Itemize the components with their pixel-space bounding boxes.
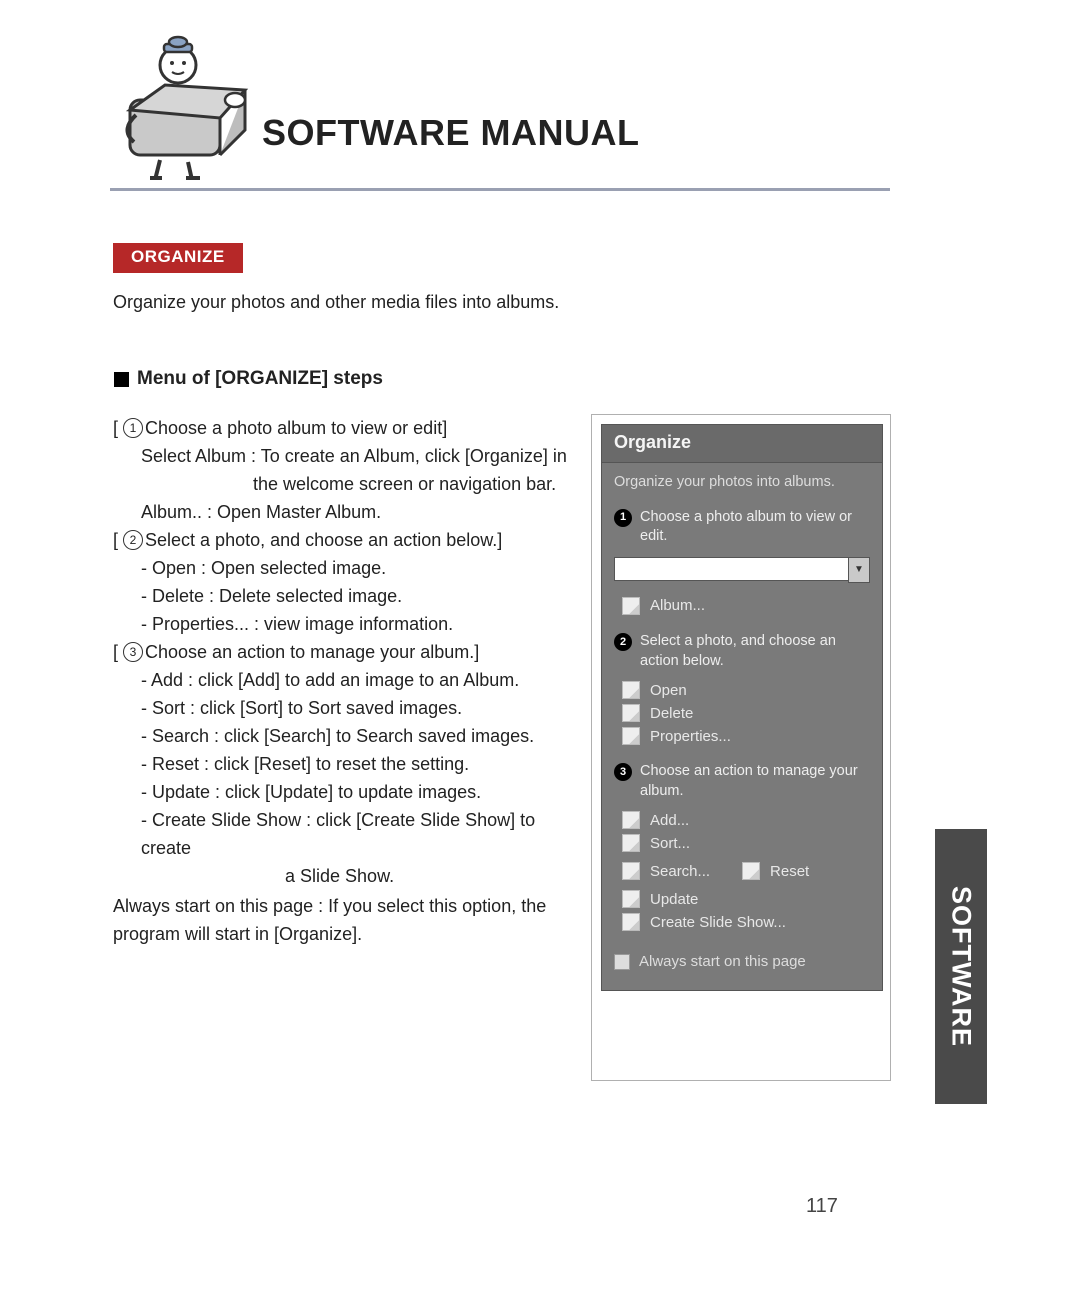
- step-3-heading: Choose an action to manage your album.]: [145, 638, 479, 666]
- action-sort-label: Sort...: [650, 835, 690, 852]
- panel-step-1-badge-icon: 1: [614, 509, 632, 527]
- step-3-reset: - Reset : click [Reset] to reset the set…: [113, 750, 583, 778]
- header-rule: [110, 188, 890, 191]
- step-2-properties: - Properties... : view image information…: [113, 610, 583, 638]
- action-properties-label: Properties...: [650, 728, 731, 745]
- mascot-icon: [110, 30, 260, 180]
- album-link-label: Album...: [650, 597, 705, 614]
- action-search-label: Search...: [650, 863, 710, 880]
- step-2-delete: - Delete : Delete selected image.: [113, 582, 583, 610]
- action-delete-label: Delete: [650, 705, 693, 722]
- action-add-label: Add...: [650, 812, 689, 829]
- panel-step-2-badge-icon: 2: [614, 633, 632, 651]
- document-icon: [622, 704, 640, 722]
- document-icon: [622, 727, 640, 745]
- action-open[interactable]: Open: [622, 681, 870, 699]
- step-1-text-a: Select Album : To create an Album, click…: [113, 442, 583, 470]
- organize-panel: Organize Organize your photos into album…: [601, 424, 883, 991]
- section-tag-organize: ORGANIZE: [113, 243, 243, 273]
- action-delete[interactable]: Delete: [622, 704, 870, 722]
- document-icon: [742, 862, 760, 880]
- album-dropdown-input[interactable]: [614, 557, 848, 581]
- page-number: 117: [806, 1195, 838, 1218]
- panel-step-3-text: Choose an action to manage your album.: [640, 762, 870, 801]
- organize-panel-frame: Organize Organize your photos into album…: [591, 414, 891, 1081]
- step-3-search: - Search : click [Search] to Search save…: [113, 722, 583, 750]
- action-properties[interactable]: Properties...: [622, 727, 870, 745]
- side-tab-software: SOFTWARE: [935, 829, 987, 1104]
- section-intro: Organize your photos and other media fil…: [113, 292, 559, 313]
- album-dropdown[interactable]: ▼: [614, 557, 870, 583]
- action-update[interactable]: Update: [622, 890, 870, 908]
- document-icon: [622, 890, 640, 908]
- album-dropdown-button[interactable]: ▼: [848, 557, 870, 583]
- subheading: Menu of [ORGANIZE] steps: [137, 368, 383, 390]
- step-1-text-b: Album.. : Open Master Album.: [113, 498, 583, 526]
- action-create-slide-show[interactable]: Create Slide Show...: [622, 913, 870, 931]
- step-number-3-icon: 3: [123, 642, 143, 662]
- step-3-sort: - Sort : click [Sort] to Sort saved imag…: [113, 694, 583, 722]
- document-icon: [622, 681, 640, 699]
- action-search[interactable]: Search...: [622, 862, 710, 880]
- step-number-2-icon: 2: [123, 530, 143, 550]
- action-sort[interactable]: Sort...: [622, 834, 870, 852]
- document-icon: [622, 811, 640, 829]
- step-3-add: - Add : click [Add] to add an image to a…: [113, 666, 583, 694]
- action-update-label: Update: [650, 891, 698, 908]
- side-tab-label: SOFTWARE: [946, 886, 977, 1047]
- panel-subtitle: Organize your photos into albums.: [614, 473, 870, 492]
- square-bullet-icon: [114, 372, 129, 387]
- chevron-down-icon: ▼: [854, 564, 864, 575]
- footer-note: Always start on this page : If you selec…: [113, 892, 573, 948]
- document-icon: [622, 597, 640, 615]
- always-start-checkbox-row[interactable]: Always start on this page: [614, 953, 870, 970]
- document-title: SOFTWARE MANUAL: [262, 112, 639, 154]
- step-3-update: - Update : click [Update] to update imag…: [113, 778, 583, 806]
- panel-step-2-text: Select a photo, and choose an action bel…: [640, 632, 870, 671]
- step-1-text-a2: the welcome screen or navigation bar.: [113, 470, 583, 498]
- album-link[interactable]: Album...: [622, 597, 870, 615]
- document-icon: [622, 834, 640, 852]
- action-css-label: Create Slide Show...: [650, 914, 786, 931]
- step-2-heading: Select a photo, and choose an action bel…: [145, 526, 502, 554]
- action-reset-label: Reset: [770, 863, 809, 880]
- step-2-open: - Open : Open selected image.: [113, 554, 583, 582]
- checkbox-icon[interactable]: [614, 954, 630, 970]
- action-open-label: Open: [650, 682, 687, 699]
- action-add[interactable]: Add...: [622, 811, 870, 829]
- document-icon: [622, 913, 640, 931]
- instruction-body: [ 1 Choose a photo album to view or edit…: [113, 414, 583, 890]
- action-reset[interactable]: Reset: [742, 862, 809, 880]
- document-icon: [622, 862, 640, 880]
- step-1-heading: Choose a photo album to view or edit]: [145, 414, 447, 442]
- step-3-css-2: a Slide Show.: [113, 862, 583, 890]
- always-start-label: Always start on this page: [639, 953, 806, 970]
- panel-step-3-badge-icon: 3: [614, 763, 632, 781]
- step-number-1-icon: 1: [123, 418, 143, 438]
- panel-step-1-text: Choose a photo album to view or edit.: [640, 508, 870, 547]
- panel-title: Organize: [602, 425, 882, 463]
- step-3-css-1: - Create Slide Show : click [Create Slid…: [113, 806, 583, 862]
